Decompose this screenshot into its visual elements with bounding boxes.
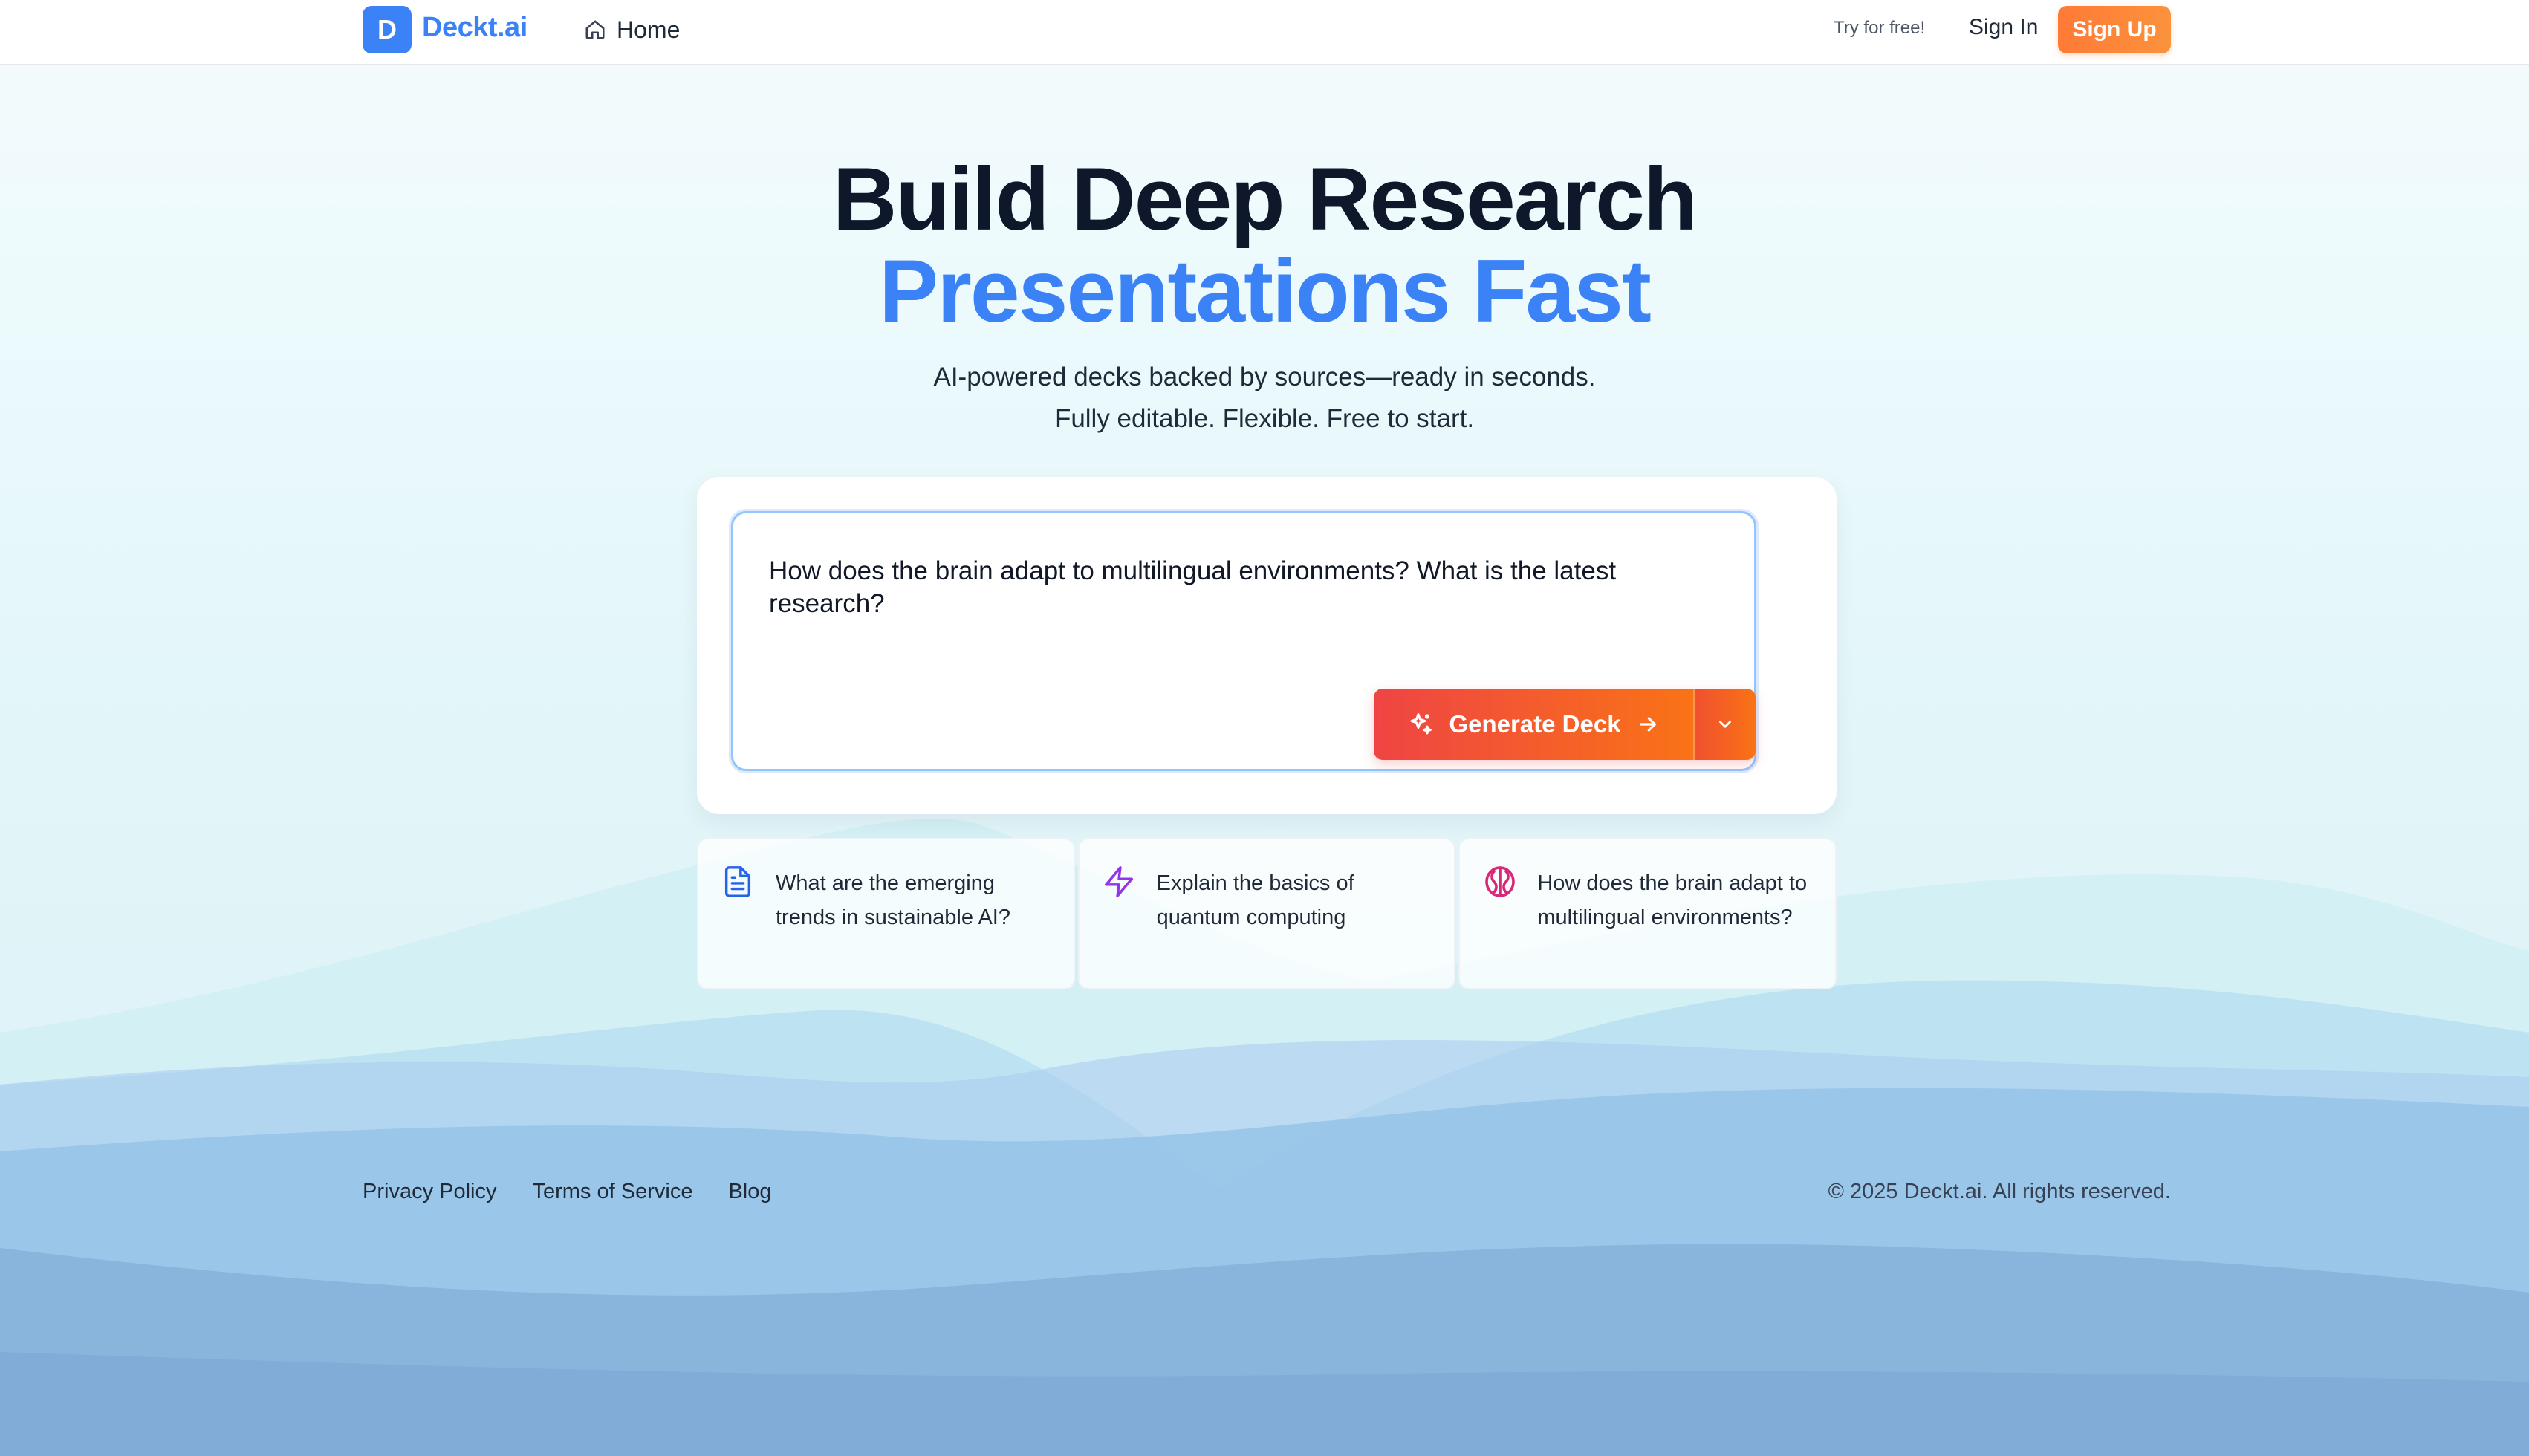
lightning-icon [1104,866,1133,897]
suggestion-card-quantum[interactable]: Explain the basics of quantum computing [1077,838,1456,989]
hero-subtitle-secondary: Fully editable. Flexible. Free to start. [1054,404,1475,433]
generate-deck-split-button: Generate Deck [1374,689,1756,760]
terms-of-service-link[interactable]: Terms of Service [533,1180,693,1204]
hero-subtitle: AI-powered decks backed by sources—ready… [933,363,1596,391]
logo-badge[interactable]: D [363,6,412,53]
brand-name[interactable]: Deckt.ai [422,12,527,44]
suggestion-list: What are the emerging trends in sustaina… [697,838,1837,989]
footer-links: Privacy Policy Terms of Service Blog [363,1180,772,1204]
suggestion-card-brain[interactable]: How does the brain adapt to multilingual… [1458,838,1837,989]
arrow-right-icon [1639,717,1656,732]
blog-link[interactable]: Blog [728,1180,771,1204]
nav-home-link[interactable]: Home [584,13,680,46]
home-icon [585,20,605,39]
try-free-text: Try for free! [1834,18,1926,38]
nav-home-label: Home [617,16,681,43]
prompt-text[interactable]: How does the brain adapt to multilingual… [769,555,1735,620]
generate-options-dropdown[interactable] [1693,689,1756,760]
prompt-card: How does the brain adapt to multilingual… [697,477,1837,814]
document-icon [724,866,751,897]
suggestion-text: What are the emerging trends in sustaina… [776,871,1010,929]
hero-title: Build Deep Research [832,149,1698,249]
generate-deck-button[interactable]: Generate Deck [1374,689,1693,760]
prompt-textarea[interactable]: How does the brain adapt to multilingual… [731,511,1756,771]
copyright-text: © 2025 Deckt.ai. All rights reserved. [1828,1180,2171,1203]
hero-title-accent: Presentations Fast [879,241,1652,341]
suggestion-card-sustainable-ai[interactable]: What are the emerging trends in sustaina… [697,838,1075,989]
generate-deck-label: Generate Deck [1449,710,1621,738]
brain-icon [1485,866,1516,897]
suggestion-text: Explain the basics of quantum computing [1156,871,1354,929]
top-navbar: D Deckt.ai Home Try for free! Sign In Si… [0,0,2529,65]
sparkles-icon [1410,713,1432,735]
chevron-down-icon [1719,721,1731,728]
sign-up-button[interactable]: Sign Up [2058,6,2171,53]
sign-in-link[interactable]: Sign In [1969,15,2038,40]
privacy-policy-link[interactable]: Privacy Policy [363,1180,497,1204]
suggestion-text: How does the brain adapt to multilingual… [1537,871,1808,929]
